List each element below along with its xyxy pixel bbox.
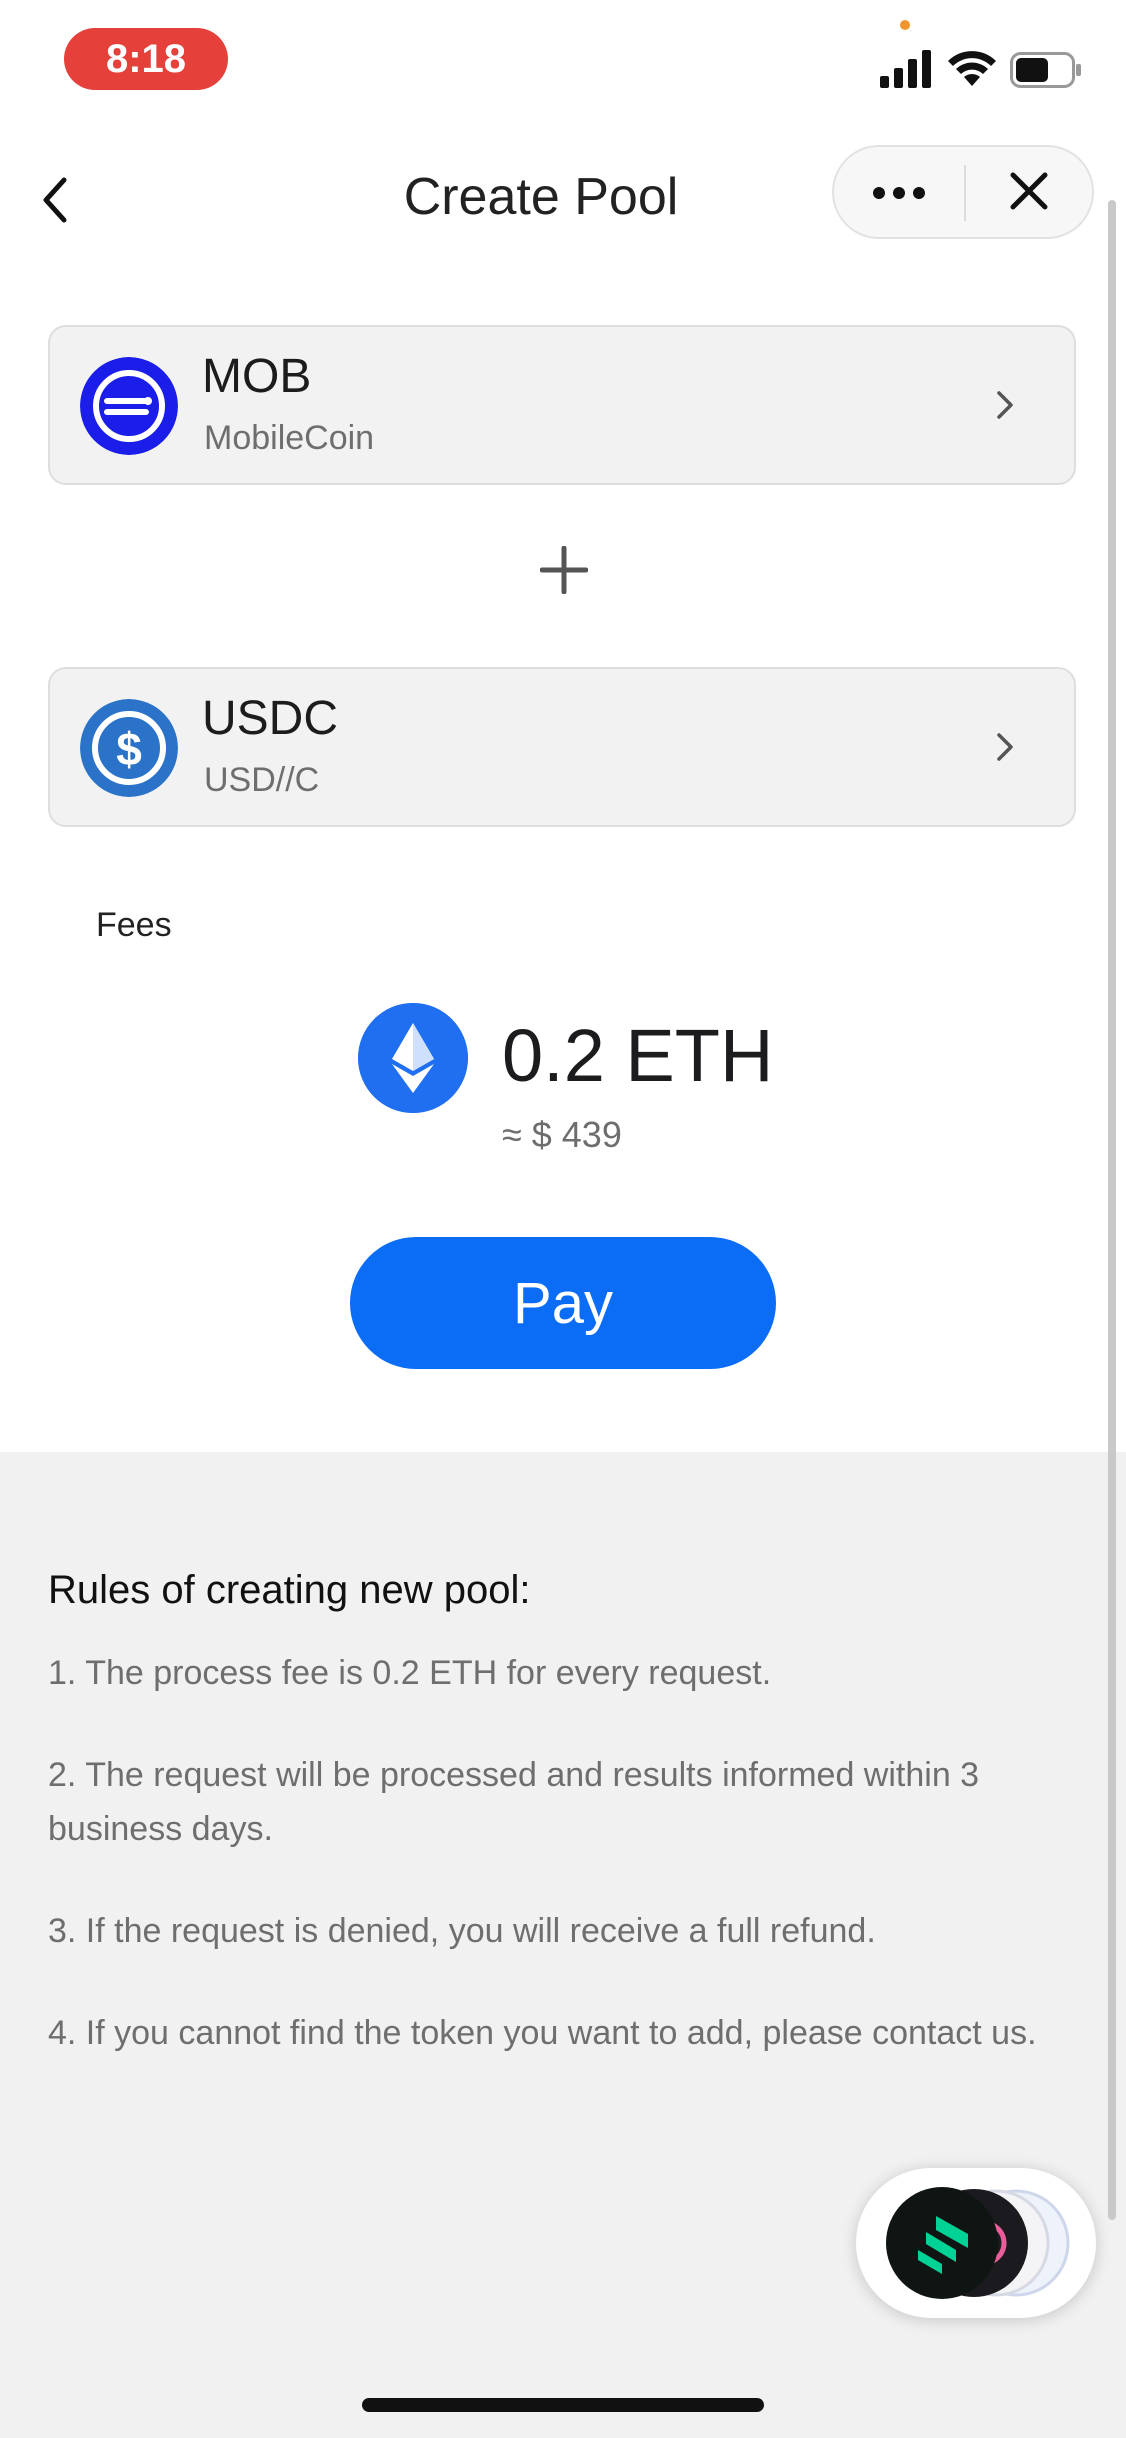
mini-program-capsule	[832, 145, 1094, 239]
fee-amount: 0.2 ETH	[502, 1014, 774, 1097]
token-select-usdc[interactable]: $ USDC USD//C	[48, 667, 1076, 827]
token-name: MobileCoin	[204, 419, 375, 457]
plus-icon	[540, 546, 588, 594]
close-icon[interactable]	[966, 147, 1092, 237]
fees-label: Fees	[96, 906, 172, 944]
rule-item: 1. The process fee is 0.2 ETH for every …	[48, 1654, 772, 1692]
chevron-right-icon	[997, 733, 1013, 761]
token-symbol: MOB	[202, 350, 312, 403]
rule-item: 2. The request will be processed and res…	[48, 1756, 980, 1848]
usdc-logo-icon: $	[80, 699, 178, 797]
rule-item: 3. If the request is denied, you will re…	[48, 1912, 876, 1950]
home-indicator	[362, 2398, 764, 2412]
status-time: 8:18	[64, 28, 228, 90]
scrollbar[interactable]	[1108, 200, 1116, 2220]
rule-item: 4. If you cannot find the token you want…	[48, 2014, 1037, 2052]
fee-usd-equivalent: ≈ $ 439	[502, 1114, 622, 1155]
svg-text:$: $	[116, 723, 142, 775]
wifi-icon	[948, 51, 996, 86]
ethereum-logo-icon	[358, 1003, 468, 1113]
pay-button[interactable]: Pay	[350, 1237, 776, 1369]
battery-icon	[1010, 52, 1081, 88]
floating-token-bubble[interactable]	[856, 2168, 1096, 2318]
chevron-right-icon	[997, 391, 1013, 419]
token-symbol: USDC	[202, 692, 339, 745]
stacked-token-icons	[886, 2187, 1070, 2299]
token-select-mob[interactable]: MOB MobileCoin	[48, 325, 1076, 485]
token-name: USD//C	[204, 761, 320, 799]
cellular-signal-icon	[880, 50, 931, 88]
privacy-indicator-dot	[900, 20, 910, 30]
rules-title: Rules of creating new pool:	[48, 1568, 531, 1612]
more-options-icon[interactable]	[834, 147, 964, 237]
mobilecoin-logo-icon	[80, 357, 178, 455]
